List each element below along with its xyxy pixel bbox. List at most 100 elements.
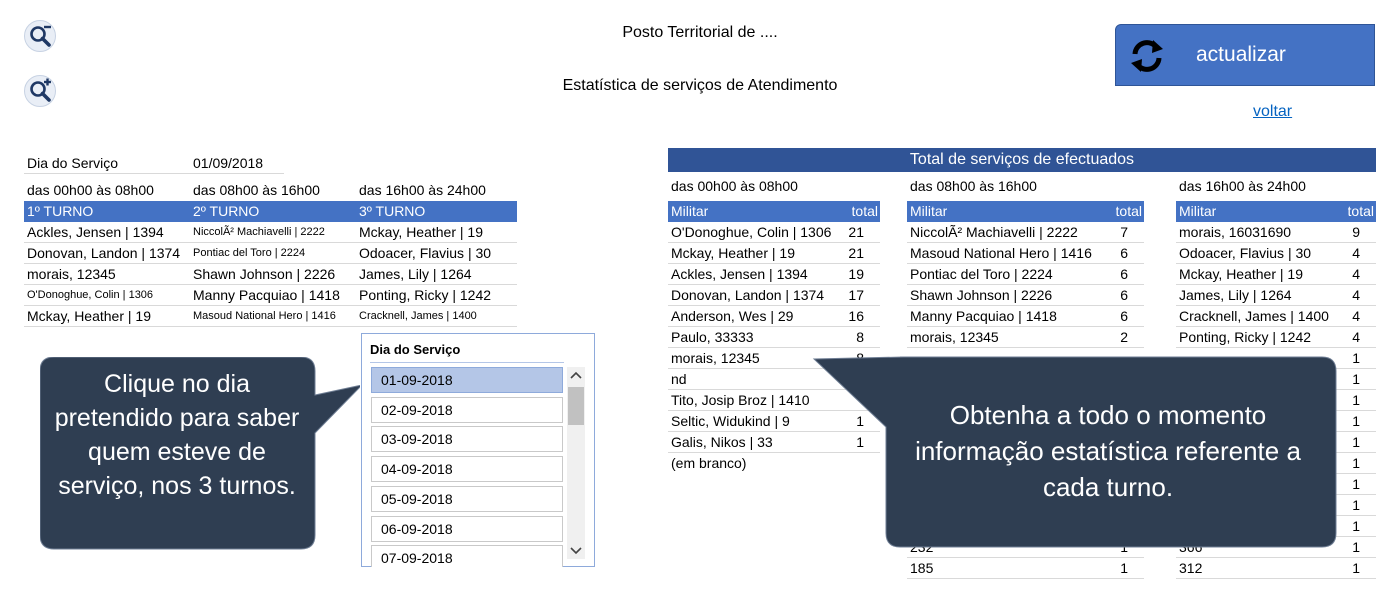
militar-cell: Ackles, Jensen | 1394 <box>671 266 808 282</box>
militar-cell: (em branco) <box>671 455 747 471</box>
zoom-in-icon <box>30 78 51 102</box>
slicer-title: Dia do Serviço <box>370 342 461 357</box>
table-cell: Cracknell, James | 1400 <box>359 310 477 322</box>
total-cell: 1 <box>1352 371 1360 387</box>
table-row: Seltic, Widukind | 9 1 <box>668 411 880 432</box>
table-row: James, Lily | 1264 4 <box>1176 285 1376 306</box>
callout-left: Clique no dia pretendido para saber quem… <box>40 357 360 550</box>
militar-cell: Ponting, Ricky | 1242 <box>1179 329 1312 345</box>
table-cell: James, Lily | 1264 <box>359 266 472 282</box>
militar-cell: Paulo, 33333 <box>671 329 754 345</box>
day-row: Dia do Serviço 01/09/2018 <box>24 153 284 174</box>
stats-header-row: Militar total <box>1176 201 1376 222</box>
table-cell: O'Donoghue, Colin | 1306 <box>27 289 154 301</box>
table-row: Pontiac del Toro | 2224 6 <box>907 264 1144 285</box>
back-link[interactable]: voltar <box>1253 103 1292 121</box>
table-cell: morais, 12345 <box>27 266 116 282</box>
table-row: 312 1 <box>1176 558 1376 579</box>
militar-cell: 312 <box>1179 560 1203 576</box>
zoom-in-button[interactable] <box>24 75 56 107</box>
total-cell: 4 <box>1352 308 1360 324</box>
slicer-item[interactable]: 05-09-2018 <box>371 485 563 512</box>
col-total: total <box>851 203 878 219</box>
table-row: morais, 12345 Shawn Johnson | 2226 James, … <box>24 264 517 285</box>
stats-header-row: Militar total <box>668 201 880 222</box>
table-row: Mckay, Heather | 19 21 <box>668 243 880 264</box>
table-cell: Mckay, Heather | 19 <box>359 224 483 240</box>
total-cell: 21 <box>848 245 864 261</box>
total-cell: 17 <box>848 287 864 303</box>
total-cell: 1 <box>1352 518 1360 534</box>
total-cell: 1 <box>1352 560 1360 576</box>
callout-right-text: Obtenha a todo o momento informação esta… <box>915 400 1301 502</box>
table-cell: Masoud National Hero | 1416 <box>193 310 336 322</box>
page-subtitle: Estatística de serviços de Atendimento <box>562 77 838 94</box>
total-cell: 1 <box>1352 497 1360 513</box>
militar-cell: morais, 12345 <box>910 329 999 345</box>
day-value: 01/09/2018 <box>193 155 264 171</box>
scrollbar-thumb[interactable] <box>568 387 584 425</box>
militar-cell: Cracknell, James | 1400 <box>1179 308 1329 324</box>
callout-right: Obtenha a todo o momento informação esta… <box>812 356 1337 548</box>
total-cell: 6 <box>1120 308 1128 324</box>
table-row: Ackles, Jensen | 1394 NiccolÃ² Machiavell… <box>24 222 517 243</box>
col-militar: Militar <box>671 203 709 219</box>
table-row: (em branco) <box>668 453 880 474</box>
table-row: morais, 16031690 9 <box>1176 222 1376 243</box>
slicer-item[interactable]: 01-09-2018 <box>371 367 563 393</box>
slicer-item[interactable]: 06-09-2018 <box>371 515 563 542</box>
total-cell: 1 <box>1352 392 1360 408</box>
shift-range: das 00h00 às 08h00 <box>27 182 154 198</box>
militar-cell: O'Donoghue, Colin | 1306 <box>671 224 832 240</box>
table-row: Shawn Johnson | 2226 6 <box>907 285 1144 306</box>
chevron-up-icon <box>570 371 582 379</box>
day-label: Dia do Serviço <box>27 155 119 171</box>
total-cell: 1 <box>856 434 864 450</box>
table-row: Manny Pacquiao | 1418 6 <box>907 306 1144 327</box>
militar-cell: James, Lily | 1264 <box>1179 287 1292 303</box>
militar-cell: Tito, Josip Broz | 1410 <box>671 392 810 408</box>
militar-cell: Donovan, Landon | 1374 <box>671 287 825 303</box>
shift-header-row: 1º TURNO 2º TURNO 3º TURNO <box>24 201 517 222</box>
militar-cell: Masoud National Hero | 1416 <box>910 245 1092 261</box>
table-cell: Shawn Johnson | 2226 <box>193 266 336 282</box>
stats-range: das 16h00 às 24h00 <box>1179 178 1306 194</box>
table-row: morais, 12345 2 <box>907 327 1144 348</box>
militar-cell: Mckay, Heather | 19 <box>671 245 795 261</box>
col-militar: Militar <box>1179 203 1217 219</box>
table-row: Anderson, Wes | 29 16 <box>668 306 880 327</box>
militar-cell: morais, 16031690 <box>1179 224 1292 240</box>
shift-header: 2º TURNO <box>193 203 260 219</box>
total-cell: 4 <box>1352 329 1360 345</box>
table-row: O'Donoghue, Colin | 1306 Manny Pacquiao |… <box>24 285 517 306</box>
slicer-item[interactable]: 04-09-2018 <box>371 456 563 483</box>
militar-cell: Seltic, Widukind | 9 <box>671 413 790 429</box>
zoom-out-icon <box>30 25 51 47</box>
table-row: Galis, Nikos | 33 1 <box>668 432 880 453</box>
shift-range-row: das 00h00 às 08h00 das 08h00 às 16h00 das … <box>24 180 517 201</box>
total-cell: 1 <box>1352 476 1360 492</box>
table-cell: Odoacer, Flavius | 30 <box>359 245 492 261</box>
refresh-button[interactable]: actualizar <box>1115 24 1375 86</box>
total-cell: 6 <box>1120 245 1128 261</box>
slicer-item[interactable]: 03-09-2018 <box>371 426 563 453</box>
slicer-item[interactable]: 02-09-2018 <box>371 396 563 423</box>
zoom-out-button[interactable] <box>24 20 56 52</box>
total-cell: 6 <box>1120 287 1128 303</box>
table-row: Tito, Josip Broz | 1410 <box>668 390 880 411</box>
slicer-scrollbar[interactable] <box>567 367 585 559</box>
day-slicer[interactable]: Dia do Serviço 01-09-2018 02-09-2018 03-09… <box>361 333 595 568</box>
total-cell: 1 <box>1352 539 1360 555</box>
total-cell: 2 <box>1120 329 1128 345</box>
total-cell: 1 <box>1352 455 1360 471</box>
table-row: Donovan, Landon | 1374 17 <box>668 285 880 306</box>
chevron-down-icon <box>570 547 582 555</box>
table-cell: Donovan, Landon | 1374 <box>27 245 181 261</box>
table-cell: NiccolÃ² Machiavelli | 2222 <box>193 226 325 238</box>
table-row: Mckay, Heather | 19 4 <box>1176 264 1376 285</box>
table-row: Ackles, Jensen | 1394 19 <box>668 264 880 285</box>
slicer-item[interactable]: 07-09-2018 <box>371 545 563 568</box>
total-cell: 6 <box>1120 266 1128 282</box>
total-cell: 8 <box>856 329 864 345</box>
total-cell: 16 <box>848 308 864 324</box>
